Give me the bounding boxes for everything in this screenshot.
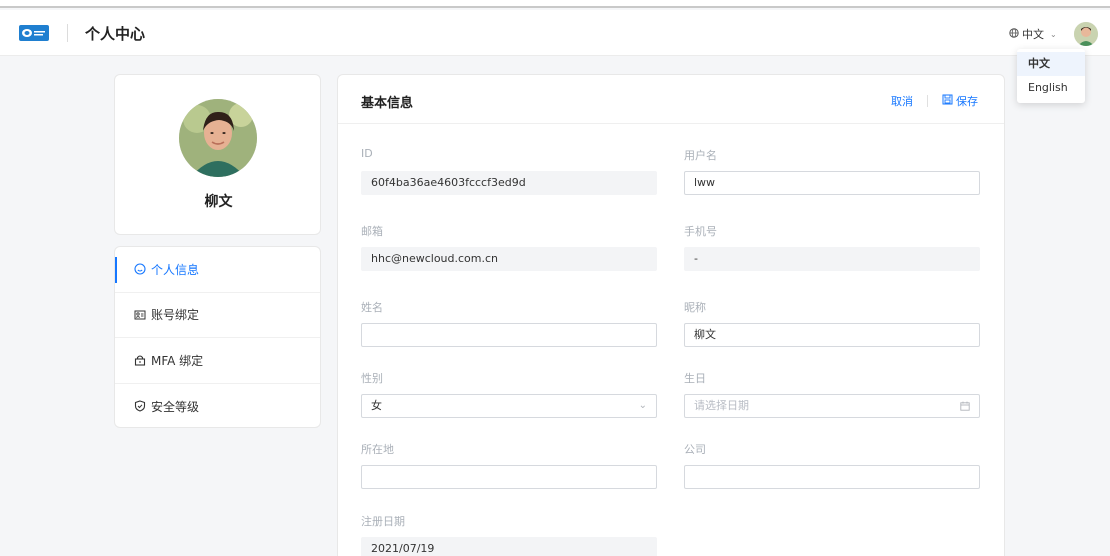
birthday-label: 生日	[684, 372, 706, 385]
realname-field[interactable]	[361, 323, 657, 347]
menu-item-personal-info[interactable]: 个人信息	[115, 247, 320, 293]
id-label: ID	[361, 147, 373, 160]
card-header: 基本信息 取消 保存	[338, 75, 1004, 124]
card-actions: 取消 保存	[891, 93, 978, 109]
menu-item-label: 安全等级	[151, 399, 200, 414]
username-label: 用户名	[684, 149, 717, 162]
location-label: 所在地	[361, 443, 394, 456]
globe-icon	[1009, 27, 1019, 41]
company-field[interactable]	[684, 465, 980, 489]
registered-label: 注册日期	[361, 515, 405, 528]
window-top-bar	[0, 0, 1110, 8]
profile-card: 柳文	[114, 74, 321, 235]
profile-avatar	[179, 99, 257, 177]
chevron-down-icon: ⌄	[1050, 29, 1057, 39]
menu-item-label: 账号绑定	[151, 308, 200, 323]
menu-item-label: 个人信息	[151, 262, 200, 277]
nickname-field[interactable]: 柳文	[684, 323, 980, 347]
username-field[interactable]: lww	[684, 171, 980, 195]
shield-check-icon	[133, 399, 147, 413]
app-header: 个人中心 中文 ⌄	[0, 10, 1110, 56]
menu-item-mfa-binding[interactable]: MFA 绑定	[115, 338, 320, 384]
registered-field: 2021/07/19	[361, 537, 657, 556]
phone-field: -	[684, 247, 980, 271]
action-divider	[927, 95, 928, 107]
header-divider	[67, 24, 68, 42]
language-label: 中文	[1022, 28, 1044, 41]
nickname-label: 昵称	[684, 301, 706, 314]
smile-icon	[133, 262, 147, 276]
id-field: 60f4ba36ae4603fcccf3ed9d	[361, 171, 657, 195]
menu-item-security-level[interactable]: 安全等级	[115, 384, 320, 428]
language-dropdown: 中文 English	[1017, 49, 1085, 103]
save-label: 保存	[956, 95, 978, 108]
location-field[interactable]	[361, 465, 657, 489]
language-option-zh[interactable]: 中文	[1017, 52, 1085, 76]
side-menu: 个人信息 账号绑定 MFA 绑定 安全等级	[114, 246, 321, 428]
menu-item-label: MFA 绑定	[151, 353, 204, 368]
lock-icon	[133, 353, 147, 367]
menu-item-account-binding[interactable]: 账号绑定	[115, 293, 320, 338]
calendar-icon	[960, 395, 970, 420]
profile-name: 柳文	[204, 194, 233, 210]
phone-label: 手机号	[684, 225, 717, 238]
chevron-down-icon: ⌄	[638, 400, 647, 411]
birthday-placeholder: 请选择日期	[694, 399, 749, 412]
email-field: hhc@newcloud.com.cn	[361, 247, 657, 271]
id-card-icon	[133, 308, 147, 322]
save-icon	[942, 94, 953, 108]
gender-select[interactable]: 女 ⌄	[361, 394, 657, 418]
language-option-en[interactable]: English	[1017, 76, 1085, 100]
card-title: 基本信息	[361, 96, 414, 111]
gender-value: 女	[371, 399, 382, 412]
cancel-button[interactable]: 取消	[891, 93, 913, 109]
app-logo[interactable]	[19, 25, 49, 41]
user-avatar[interactable]	[1074, 22, 1098, 46]
realname-label: 姓名	[361, 301, 383, 314]
birthday-picker[interactable]: 请选择日期	[684, 394, 980, 418]
email-label: 邮箱	[361, 225, 383, 238]
save-button[interactable]: 保存	[942, 93, 978, 109]
language-switcher[interactable]: 中文 ⌄	[1009, 26, 1057, 42]
company-label: 公司	[684, 443, 706, 456]
page-title: 个人中心	[85, 25, 146, 43]
basic-info-card: 基本信息 取消 保存 ID 60f4ba36ae4603fcccf3ed9d 用…	[337, 74, 1005, 556]
gender-label: 性别	[361, 372, 383, 385]
